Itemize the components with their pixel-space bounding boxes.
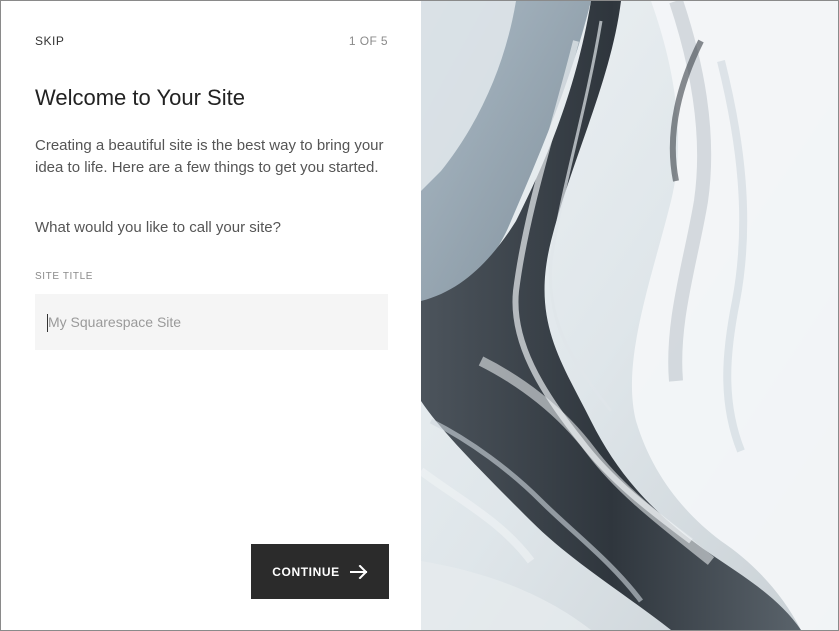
arrow-right-icon — [349, 564, 368, 579]
skip-link[interactable]: SKIP — [35, 34, 64, 48]
continue-label: CONTINUE — [272, 564, 340, 579]
marble-artwork — [421, 1, 838, 630]
marble-texture-image — [421, 1, 838, 630]
text-caret — [47, 314, 48, 332]
site-title-label: SITE TITLE — [35, 271, 94, 282]
page-title: Welcome to Your Site — [35, 85, 245, 110]
step-indicator: 1 OF 5 — [348, 34, 388, 48]
onboarding-window: SKIP 1 OF 5 Welcome to Your Site Creatin… — [0, 0, 839, 631]
site-name-question: What would you like to call your site? — [35, 219, 281, 236]
site-title-input[interactable] — [35, 294, 388, 350]
intro-text: Creating a beautiful site is the best wa… — [35, 137, 384, 176]
continue-button[interactable]: CONTINUE — [251, 544, 389, 599]
onboarding-panel: SKIP 1 OF 5 Welcome to Your Site Creatin… — [1, 1, 421, 630]
